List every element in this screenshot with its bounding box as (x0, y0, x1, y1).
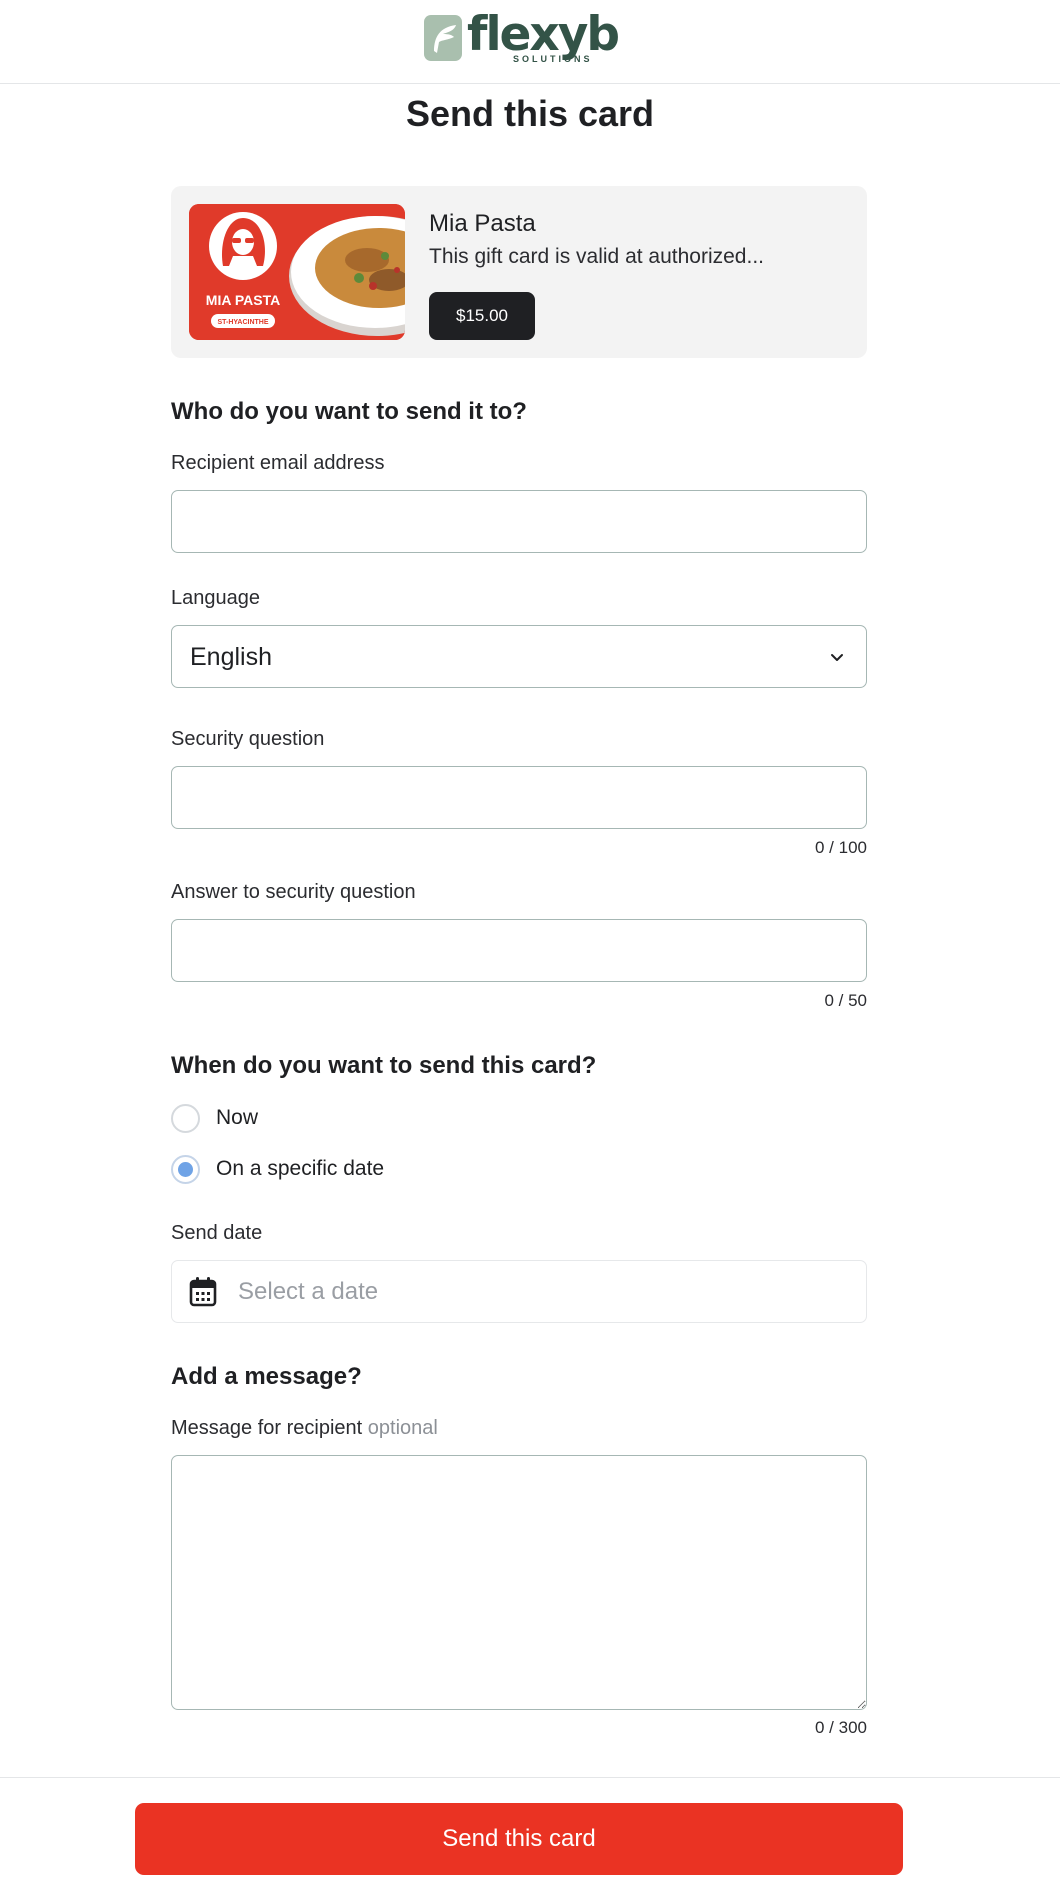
radio-specific-date-label: On a specific date (216, 1157, 385, 1180)
recipient-section-title: Who do you want to send it to? (171, 398, 527, 425)
security-answer-input[interactable] (171, 919, 867, 982)
radio-specific-date[interactable] (171, 1154, 200, 1184)
language-label: Language (171, 587, 260, 609)
chevron-down-icon (831, 654, 843, 661)
message-textarea[interactable] (171, 1455, 867, 1710)
radio-option-specific-date[interactable]: On a specific date (171, 1153, 384, 1185)
logo-leaf-icon (424, 15, 462, 61)
send-date-label: Send date (171, 1222, 263, 1244)
calendar-icon (189, 1277, 217, 1307)
card-name: Mia Pasta (429, 210, 536, 237)
radio-now[interactable] (171, 1103, 200, 1133)
gift-card-summary: MIA PASTA ST-HYACINTHE Mia Pasta This gi… (171, 186, 867, 358)
card-image-brand: MIA PASTA (206, 292, 280, 308)
recipient-email-input[interactable] (171, 490, 867, 553)
card-price-badge: $15.00 (429, 292, 535, 340)
schedule-section-title: When do you want to send this card? (171, 1052, 597, 1079)
send-card-button[interactable]: Send this card (135, 1803, 903, 1875)
message-label-text: Message for recipient (171, 1417, 363, 1439)
security-question-label: Security question (171, 728, 325, 750)
top-bar: flexyb SOLUTIONS (0, 0, 1060, 84)
flexyb-logo[interactable]: flexyb SOLUTIONS (424, 7, 620, 64)
security-answer-label: Answer to security question (171, 881, 416, 903)
language-select-value: English (190, 643, 272, 671)
security-answer-counter: 0 / 50 (824, 991, 867, 1010)
language-select[interactable]: English (171, 625, 867, 688)
send-date-placeholder: Select a date (238, 1278, 379, 1305)
message-counter: 0 / 300 (815, 1718, 867, 1737)
card-image-location: ST-HYACINTHE (217, 319, 268, 326)
page-title: Send this card (405, 93, 655, 134)
gift-card-image: MIA PASTA ST-HYACINTHE (189, 204, 405, 340)
security-question-input[interactable] (171, 766, 867, 829)
radio-now-label: Now (216, 1106, 259, 1129)
radio-option-now[interactable]: Now (171, 1102, 258, 1134)
card-description: This gift card is valid at authorized... (429, 245, 764, 268)
send-date-input[interactable]: Select a date (171, 1260, 867, 1323)
logo-subtext: SOLUTIONS (513, 54, 593, 64)
message-section-title: Add a message? (171, 1363, 362, 1390)
security-question-counter: 0 / 100 (815, 838, 867, 857)
recipient-email-label: Recipient email address (171, 452, 385, 474)
logo-wordmark: flexyb (467, 7, 620, 62)
message-label: Message for recipient optional (171, 1414, 438, 1442)
footer-bar: Send this card (0, 1777, 1060, 1896)
message-optional-label: optional (367, 1417, 438, 1439)
